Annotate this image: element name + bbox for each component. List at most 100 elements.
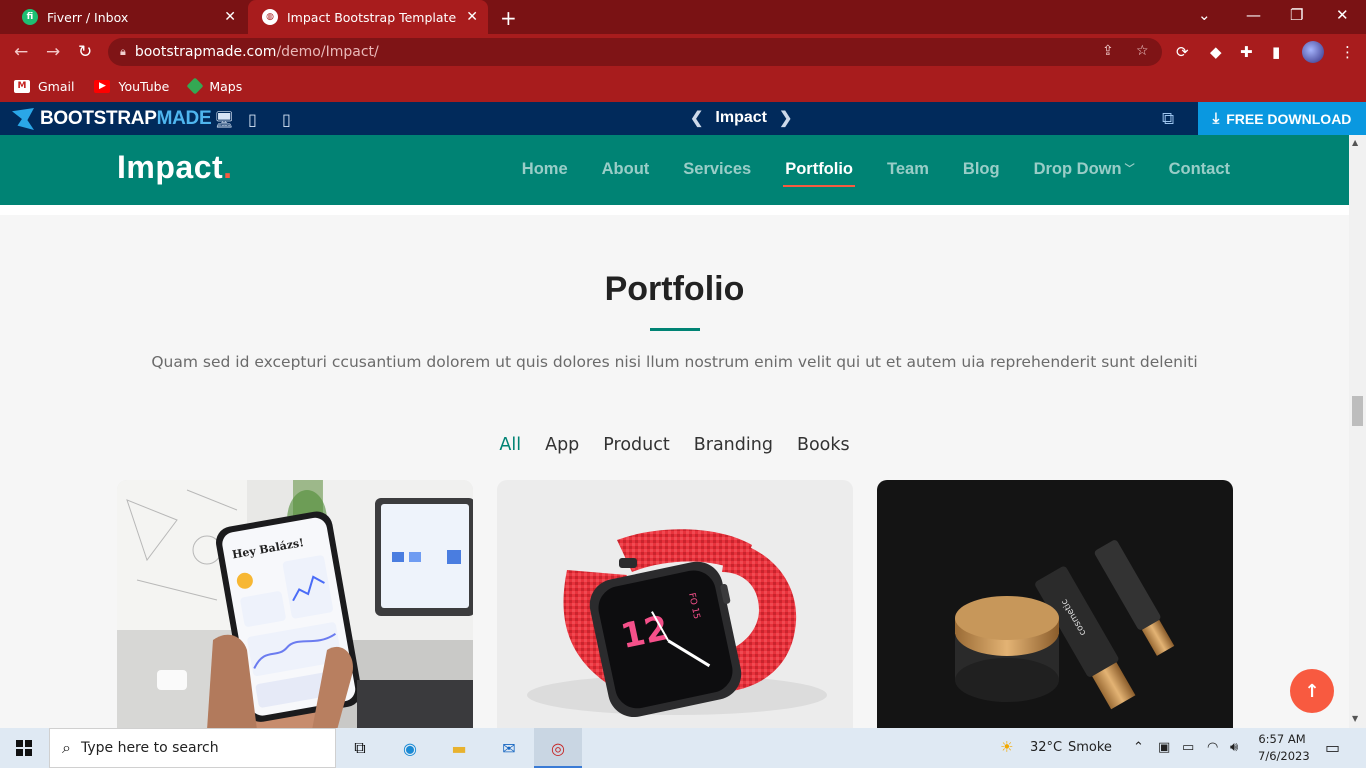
nav-dropdown[interactable]: Drop Down ﹀: [1034, 160, 1135, 179]
template-switcher: ❮ Impact ❯: [678, 108, 804, 128]
bookmark-gmail[interactable]: M Gmail: [14, 79, 74, 94]
new-tab-icon[interactable]: +: [500, 6, 517, 30]
bookmark-maps[interactable]: Maps: [186, 77, 243, 95]
weather-desc[interactable]: Smoke: [1068, 740, 1112, 755]
extension-excel-icon[interactable]: ◆: [1210, 43, 1222, 61]
filter-branding[interactable]: Branding: [694, 435, 773, 455]
arrow-up-icon: ↑: [1304, 680, 1320, 702]
scroll-down-icon[interactable]: ▼: [1352, 714, 1358, 723]
edge-icon[interactable]: ◉: [398, 736, 422, 760]
nav-home[interactable]: Home: [522, 160, 568, 179]
nav-contact[interactable]: Contact: [1169, 160, 1230, 179]
youtube-icon: ▶: [94, 79, 111, 93]
mail-icon[interactable]: ✉: [497, 736, 521, 760]
next-template-icon[interactable]: ❯: [779, 108, 792, 128]
site-logo-text: Impact: [117, 149, 224, 185]
bookmark-youtube[interactable]: ▶ YouTube: [94, 79, 169, 94]
bookmark-label: Maps: [209, 78, 243, 94]
tablet-view-icon[interactable]: ▯: [248, 110, 257, 129]
profile-avatar[interactable]: [1302, 41, 1324, 63]
back-to-top-button[interactable]: ↑: [1290, 669, 1334, 713]
portfolio-item-branding[interactable]: cosmetic: [877, 480, 1233, 730]
task-view-icon[interactable]: ⧉: [348, 736, 372, 760]
show-hidden-icons-icon[interactable]: ⌃: [1133, 740, 1144, 755]
site-header: Impact. Home About Services Portfolio Te…: [0, 135, 1349, 205]
nav-about[interactable]: About: [602, 160, 650, 179]
tab-title: Impact Bootstrap Template Demo: [287, 9, 460, 25]
weather-temp[interactable]: 32°C: [1030, 740, 1062, 755]
reload-icon[interactable]: ↻: [78, 42, 92, 62]
tab-fiverr-inbox[interactable]: fi Fiverr / Inbox ✕: [8, 0, 246, 34]
nav-services[interactable]: Services: [683, 160, 751, 179]
filter-books[interactable]: Books: [797, 435, 850, 455]
previous-template-icon[interactable]: ❮: [690, 108, 703, 128]
clock-time: 6:57 AM: [1258, 732, 1306, 746]
chevron-down-icon: ﹀: [1124, 164, 1135, 175]
open-external-icon[interactable]: ⧉: [1162, 109, 1174, 129]
bootstrapmade-logo-mark-icon: [12, 108, 34, 130]
battery-icon[interactable]: ▭: [1182, 740, 1194, 755]
taskbar-search-input[interactable]: ⌕ Type here to search: [49, 728, 336, 768]
globe-favicon-icon: ◍: [262, 9, 278, 25]
nav-portfolio[interactable]: Portfolio: [783, 160, 855, 187]
minimize-icon[interactable]: —: [1246, 6, 1261, 24]
scroll-up-icon[interactable]: ▲: [1352, 138, 1358, 147]
bookmark-star-icon[interactable]: ☆: [1136, 43, 1149, 59]
site-logo-dot: .: [223, 149, 233, 185]
weather-icon[interactable]: ☀: [1000, 738, 1013, 756]
windows-taskbar: ⌕ Type here to search ⧉ ◉ ▬ ✉ ◎ ☀ 32°C S…: [0, 728, 1366, 768]
filter-product[interactable]: Product: [603, 435, 669, 455]
download-icon: ⤓: [1212, 110, 1220, 127]
maps-pin-icon: [186, 77, 204, 95]
search-icon: ⌕: [62, 738, 71, 757]
portfolio-item-product[interactable]: 12 FO 15: [497, 480, 853, 730]
site-logo[interactable]: Impact.: [117, 149, 233, 186]
tab-title: Fiverr / Inbox: [47, 9, 129, 25]
restore-icon[interactable]: ❐: [1290, 6, 1303, 24]
nav-team[interactable]: Team: [887, 160, 929, 179]
desktop-view-icon[interactable]: 🖥︎: [214, 110, 234, 129]
browser-toolbar: ← → ↻ 🔒︎ bootstrapmade.com/demo/Impact/ …: [0, 34, 1366, 70]
extensions-puzzle-icon[interactable]: ✚: [1240, 43, 1253, 61]
bookmark-label: Gmail: [38, 78, 75, 94]
meet-now-icon[interactable]: ▣: [1158, 740, 1170, 755]
bootstrapmade-logo[interactable]: BOOTSTRAP MADE: [12, 108, 212, 130]
extension-sync-icon[interactable]: ⟳: [1176, 43, 1189, 61]
cosmetics-image: cosmetic: [877, 480, 1233, 730]
mobile-view-icon[interactable]: ▯: [282, 110, 291, 129]
lock-icon: 🔒︎: [120, 45, 126, 58]
fiverr-favicon-icon: fi: [22, 9, 38, 25]
forward-arrow-icon[interactable]: →: [46, 42, 60, 62]
page-scrollbar[interactable]: [1349, 135, 1366, 728]
system-clock[interactable]: 6:57 AM 7/6/2023: [1258, 731, 1310, 765]
browser-menu-icon[interactable]: ⋮: [1340, 43, 1355, 61]
volume-icon[interactable]: 🔊︎: [1230, 740, 1238, 755]
nav-blog[interactable]: Blog: [963, 160, 1000, 179]
url-host: bootstrapmade.com: [134, 44, 277, 60]
portfolio-description: Quam sed id excepturi ccusantium dolorem…: [151, 353, 1198, 371]
portfolio-item-app[interactable]: Hey Balázs!: [117, 480, 473, 730]
filter-app[interactable]: App: [545, 435, 579, 455]
free-download-label: FREE DOWNLOAD: [1226, 110, 1352, 127]
window-close-icon[interactable]: ✕: [1336, 6, 1349, 24]
scrollbar-thumb[interactable]: [1352, 396, 1363, 426]
filter-all[interactable]: All: [499, 435, 521, 455]
back-arrow-icon[interactable]: ←: [14, 42, 28, 62]
tab-impact-demo[interactable]: ◍ Impact Bootstrap Template Demo ✕: [248, 0, 488, 34]
chrome-icon[interactable]: ◎: [546, 736, 570, 760]
portfolio-filters: All App Product Branding Books: [0, 435, 1349, 455]
free-download-button[interactable]: ⤓ FREE DOWNLOAD: [1198, 102, 1366, 135]
notifications-icon[interactable]: ▭: [1325, 738, 1340, 757]
logo-text-made: MADE: [156, 108, 212, 129]
tab-close-icon[interactable]: ✕: [466, 9, 478, 25]
address-bar[interactable]: 🔒︎ bootstrapmade.com/demo/Impact/ ⇪ ☆: [108, 38, 1162, 66]
wifi-icon[interactable]: ◠: [1207, 740, 1218, 755]
windows-start-icon[interactable]: [16, 740, 32, 756]
tab-search-chevron-icon[interactable]: ⌄: [1198, 6, 1211, 24]
smartwatch-image: 12 FO 15: [497, 480, 853, 730]
nav-dropdown-label: Drop Down: [1033, 160, 1122, 178]
file-explorer-icon[interactable]: ▬: [447, 736, 471, 760]
tab-close-icon[interactable]: ✕: [224, 9, 236, 25]
side-panel-icon[interactable]: ▮: [1272, 43, 1280, 61]
share-icon[interactable]: ⇪: [1102, 43, 1114, 59]
